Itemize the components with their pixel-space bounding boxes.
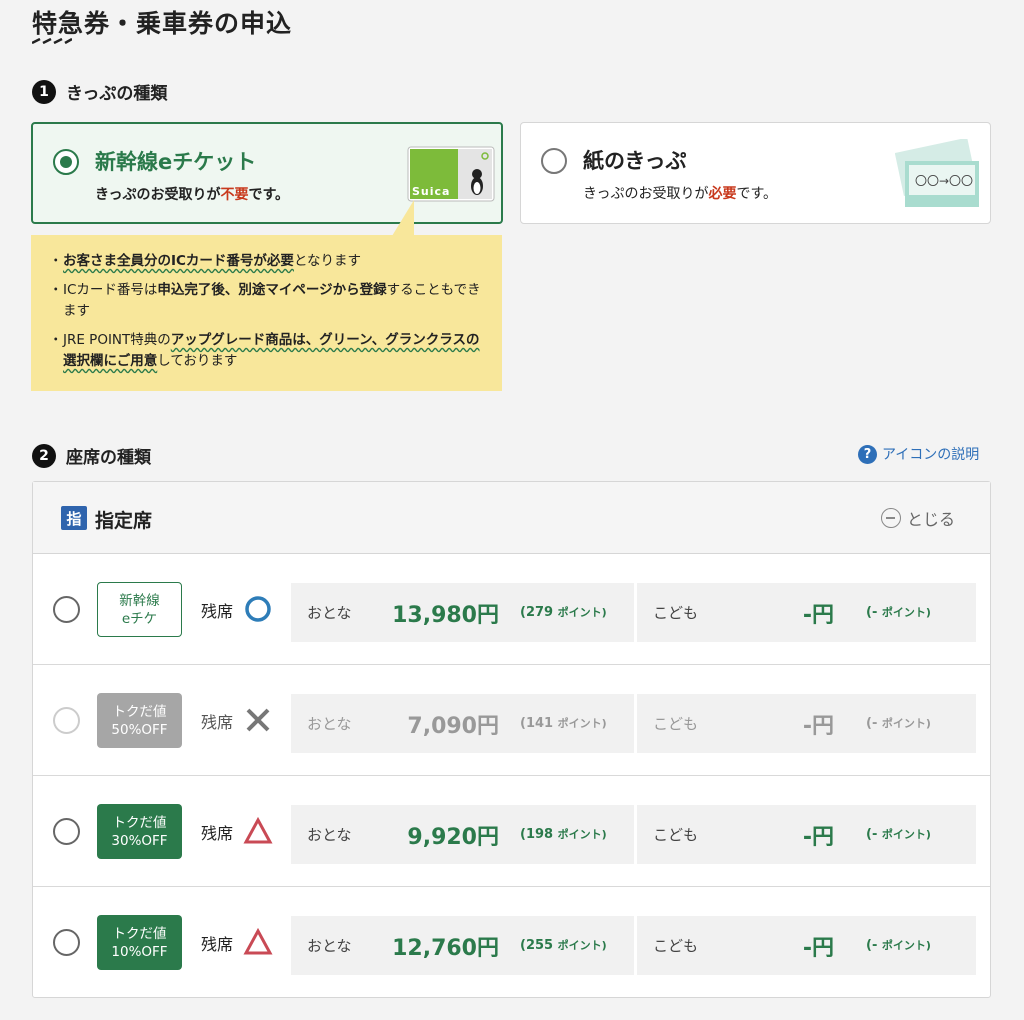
suica-card-icon: Suica <box>407 146 495 202</box>
seat-plan-row[interactable]: トクだ値 30%OFF 残席 おとな 9,920円 (198 ポイント) こども -円 (- ポ… <box>33 776 990 887</box>
seat-header: 指 指定席 とじる <box>33 482 990 554</box>
child-label: こども <box>653 826 699 844</box>
help-icon: ? <box>858 444 877 464</box>
child-price-block: こども -円 (- ポイント) <box>637 805 976 864</box>
seat-plan-row: トクだ値 50%OFF 残席 おとな 7,090円 (141 ポイント) こども -円 (- ポ… <box>33 665 990 776</box>
child-points: (- ポイント) <box>866 716 931 731</box>
seat-panel: 指 指定席 とじる 新幹線 eチケ 残席 おとな 13,980円 (279 ポイント) こど… <box>32 481 991 998</box>
seat-plan-row[interactable]: トクだ値 10%OFF 残席 おとな 12,760円 (255 ポイント) こども -円 (- … <box>33 887 990 998</box>
child-points: (- ポイント) <box>866 827 931 842</box>
paper-ticket-route: 〇〇→〇〇 <box>914 174 974 188</box>
adult-points: (198 ポイント) <box>520 827 607 842</box>
adult-label: おとな <box>307 604 352 622</box>
plan-badge: トクだ値 50%OFF <box>97 693 182 748</box>
few-left-triangle-icon <box>243 816 273 844</box>
child-label: こども <box>653 715 699 733</box>
step2-heading: 2 座席の種類 <box>32 443 151 468</box>
child-price-block: こども -円 (- ポイント) <box>637 694 976 753</box>
eticket-title: 新幹線eチケット <box>95 150 257 174</box>
plan-badge: トクだ値 10%OFF <box>97 915 182 970</box>
child-price: -円 <box>802 603 834 628</box>
child-points: (- ポイント) <box>866 938 931 953</box>
child-price: -円 <box>802 825 834 850</box>
icon-help-link[interactable]: ? アイコンの説明 <box>858 444 979 464</box>
availability-label: 残席 <box>201 935 234 954</box>
adult-price-block: おとな 13,980円 (279 ポイント) <box>291 583 634 642</box>
availability-label: 残席 <box>201 713 234 732</box>
child-label: こども <box>653 604 699 622</box>
seat-plan-radio[interactable] <box>53 818 80 845</box>
plan-badge: 新幹線 eチケ <box>97 582 182 637</box>
adult-price-block: おとな 12,760円 (255 ポイント) <box>291 916 634 975</box>
info-line: ・ お客さま全員分のICカード番号が必要となります <box>49 253 362 269</box>
ticket-option-eticket[interactable]: 新幹線eチケット きっぷのお受取りが不要です。 Suica <box>31 122 503 224</box>
paper-title: 紙のきっぷ <box>583 149 687 173</box>
eticket-subtitle: きっぷのお受取りが不要です。 <box>95 187 290 203</box>
child-price-block: こども -円 (- ポイント) <box>637 916 976 975</box>
seat-plan-radio[interactable] <box>53 929 80 956</box>
adult-points: (279 ポイント) <box>520 605 607 620</box>
adult-price: 9,920円 <box>407 825 499 850</box>
adult-price-block: おとな 7,090円 (141 ポイント) <box>291 694 634 753</box>
info-line: ・ ICカード番号は申込完了後、別途マイページから登録することもできます <box>49 282 481 319</box>
svg-text:Suica: Suica <box>412 185 450 198</box>
adult-price: 12,760円 <box>392 936 499 961</box>
step2-title: 座席の種類 <box>66 448 151 468</box>
icon-help-label: アイコンの説明 <box>882 447 980 463</box>
info-pointer <box>392 200 414 236</box>
ticket-option-paper[interactable]: 紙のきっぷ きっぷのお受取りが必要です。 〇〇→〇〇 <box>520 122 991 224</box>
sold-out-cross-icon <box>246 708 270 732</box>
adult-label: おとな <box>307 715 352 733</box>
availability-label: 残席 <box>201 824 234 843</box>
reserved-seat-icon: 指 <box>61 506 87 530</box>
collapse-button[interactable]: とじる <box>881 506 955 530</box>
step2-number: 2 <box>32 443 56 468</box>
eticket-radio[interactable] <box>53 149 79 175</box>
few-left-triangle-icon <box>243 927 273 955</box>
info-line: ・ JRE POINT特典のアップグレード商品は、グリーン、グランクラスの選択欄… <box>49 332 480 369</box>
paper-subtitle: きっぷのお受取りが必要です。 <box>583 186 778 202</box>
seat-plan-radio[interactable] <box>53 596 80 623</box>
plan-badge: トクだ値 30%OFF <box>97 804 182 859</box>
child-label: こども <box>653 937 699 955</box>
adult-points: (255 ポイント) <box>520 938 607 953</box>
seat-plan-radio <box>53 707 80 734</box>
adult-label: おとな <box>307 826 352 844</box>
available-circle-icon <box>245 596 271 622</box>
title-decoration <box>32 38 72 44</box>
seat-plan-row[interactable]: 新幹線 eチケ 残席 おとな 13,980円 (279 ポイント) こども -円 (- ポイント… <box>33 554 990 665</box>
adult-points: (141 ポイント) <box>520 716 607 731</box>
reserved-seat-label: 指定席 <box>95 510 153 532</box>
eticket-info-box: ・ お客さま全員分のICカード番号が必要となります ・ ICカード番号は申込完了… <box>31 235 502 391</box>
adult-price: 7,090円 <box>407 714 499 739</box>
paper-radio[interactable] <box>541 148 567 174</box>
minus-circle-icon <box>881 508 901 528</box>
child-points: (- ポイント) <box>866 605 931 620</box>
adult-label: おとな <box>307 937 352 955</box>
page-title: 特急券・乗車券の申込 <box>32 9 293 38</box>
adult-price: 13,980円 <box>392 603 499 628</box>
child-price-block: こども -円 (- ポイント) <box>637 583 976 642</box>
adult-price-block: おとな 9,920円 (198 ポイント) <box>291 805 634 864</box>
availability-label: 残席 <box>201 602 234 621</box>
step1-heading: 1 きっぷの種類 <box>32 79 167 104</box>
child-price: -円 <box>802 936 834 961</box>
step1-number: 1 <box>32 79 56 104</box>
child-price: -円 <box>802 714 834 739</box>
step1-title: きっぷの種類 <box>66 84 168 104</box>
